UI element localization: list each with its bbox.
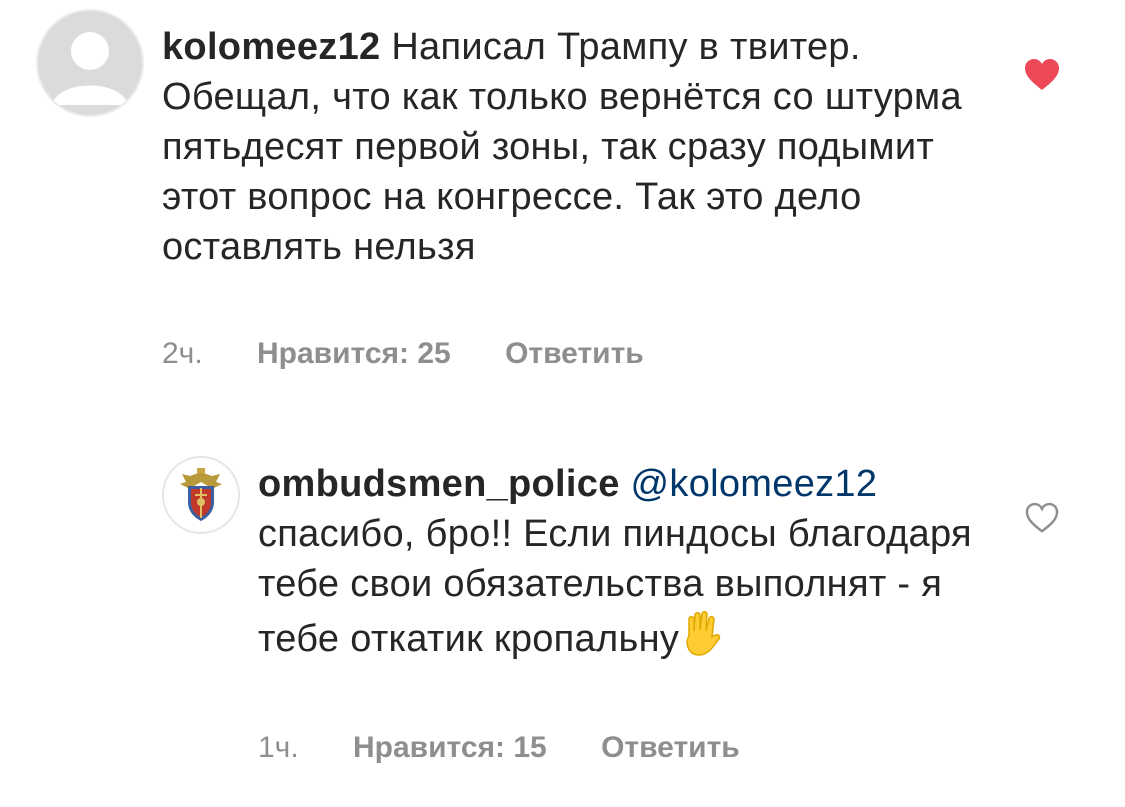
comment-mention-link[interactable]: @kolomeez12 — [631, 463, 878, 505]
comment-body: ombudsmen_police @kolomeez12 спасибо, бр… — [258, 459, 978, 670]
comment-text: спасибо, бро!! Если пиндосы благодаря те… — [258, 513, 972, 660]
user-avatar[interactable] — [162, 456, 240, 534]
police-emblem-icon — [164, 458, 238, 532]
comment-likes[interactable]: Нравится: 15 — [353, 731, 547, 764]
heart-outline-icon[interactable] — [1025, 502, 1059, 534]
comment-time: 1ч. — [258, 731, 299, 764]
reply-button[interactable]: Ответить — [601, 731, 740, 764]
comment-meta: 1ч. Нравится: 15 Ответить — [258, 731, 740, 765]
comment-username[interactable]: ombudsmen_police — [258, 463, 620, 505]
comment-item: ombudsmen_police @kolomeez12 спасибо, бр… — [0, 0, 1125, 807]
raised-hand-emoji-icon — [679, 609, 723, 670]
